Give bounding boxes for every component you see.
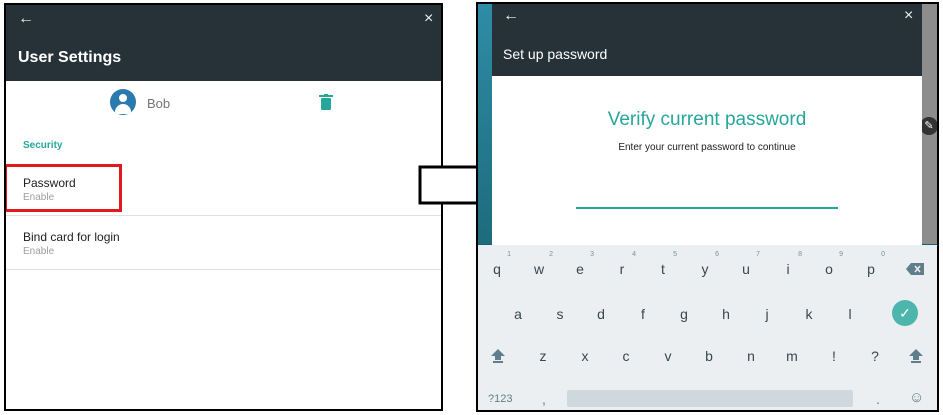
shift-icon[interactable] [909,349,923,363]
key-r[interactable]: r4 [612,251,636,277]
key-x[interactable]: x [575,348,595,364]
key-period[interactable]: . [876,391,880,407]
key-o[interactable]: o9 [819,251,843,277]
key-v[interactable]: v [658,348,678,364]
avatar-body [115,104,131,114]
key-k[interactable]: k [799,306,819,322]
enter-check-icon[interactable]: ✓ [892,300,918,326]
pencil-icon: ✎ [920,117,937,135]
key-i[interactable]: i8 [778,251,802,277]
key-comma[interactable]: , [542,391,546,407]
key-p[interactable]: p0 [861,251,885,277]
divider [6,215,441,216]
emoji-icon[interactable]: ☺ [909,389,924,406]
password-input[interactable] [576,207,838,209]
background-strip: ✎ [920,4,937,244]
key-e[interactable]: e3 [570,251,594,277]
key-l[interactable]: l [840,306,860,322]
avatar [110,89,136,115]
key-u[interactable]: u7 [736,251,760,277]
close-icon[interactable]: × [904,8,913,24]
key-q[interactable]: q1 [487,251,511,277]
key-b[interactable]: b [699,348,719,364]
key-a[interactable]: a [508,306,528,322]
key-z[interactable]: z [533,348,553,364]
page-title: User Settings [18,49,122,66]
highlight-box [6,164,122,212]
trash-icon[interactable] [319,94,333,110]
avatar-head [119,94,127,102]
key-m[interactable]: m [782,348,802,364]
item-title: Bind card for login [23,230,120,244]
divider [6,269,441,270]
page-title: Set up password [503,46,608,62]
key-d[interactable]: d [591,306,611,322]
background-strip [478,4,492,244]
key-g[interactable]: g [674,306,694,322]
dialog-heading: Verify current password [607,109,807,130]
dialog-description: Enter your current password to continue [618,142,796,153]
back-arrow-icon[interactable]: ← [503,8,519,24]
on-screen-keyboard: q1 w2 e3 r4 t5 y6 u7 i8 o9 p0 a s d f g … [478,245,937,410]
verify-password-dialog: Verify current password Enter your curre… [492,76,922,246]
key-n[interactable]: n [741,348,761,364]
set-password-screen: ✎ ← × Set up password Verify current pas… [476,2,939,412]
app-bar: ← × User Settings [6,5,441,81]
key-c[interactable]: c [616,348,636,364]
backspace-icon[interactable] [906,263,924,275]
user-name: Bob [147,96,171,111]
close-icon[interactable]: × [424,11,433,27]
key-question[interactable]: ? [865,348,885,364]
user-settings-screen: ← × User Settings Bob Security Password … [4,3,443,411]
back-arrow-icon[interactable]: ← [18,11,34,27]
key-j[interactable]: j [757,306,777,322]
shift-icon[interactable] [491,349,505,363]
key-w[interactable]: w2 [529,251,553,277]
key-h[interactable]: h [716,306,736,322]
spacebar[interactable] [567,390,853,407]
item-status: Enable [23,246,55,257]
key-exclamation[interactable]: ! [824,348,844,364]
key-f[interactable]: f [633,306,653,322]
app-bar: ← × Set up password [492,4,922,76]
key-s[interactable]: s [550,306,570,322]
key-t[interactable]: t5 [653,251,677,277]
key-y[interactable]: y6 [695,251,720,277]
symbols-key[interactable]: ?123 [488,393,512,405]
section-header-security: Security [23,140,63,151]
